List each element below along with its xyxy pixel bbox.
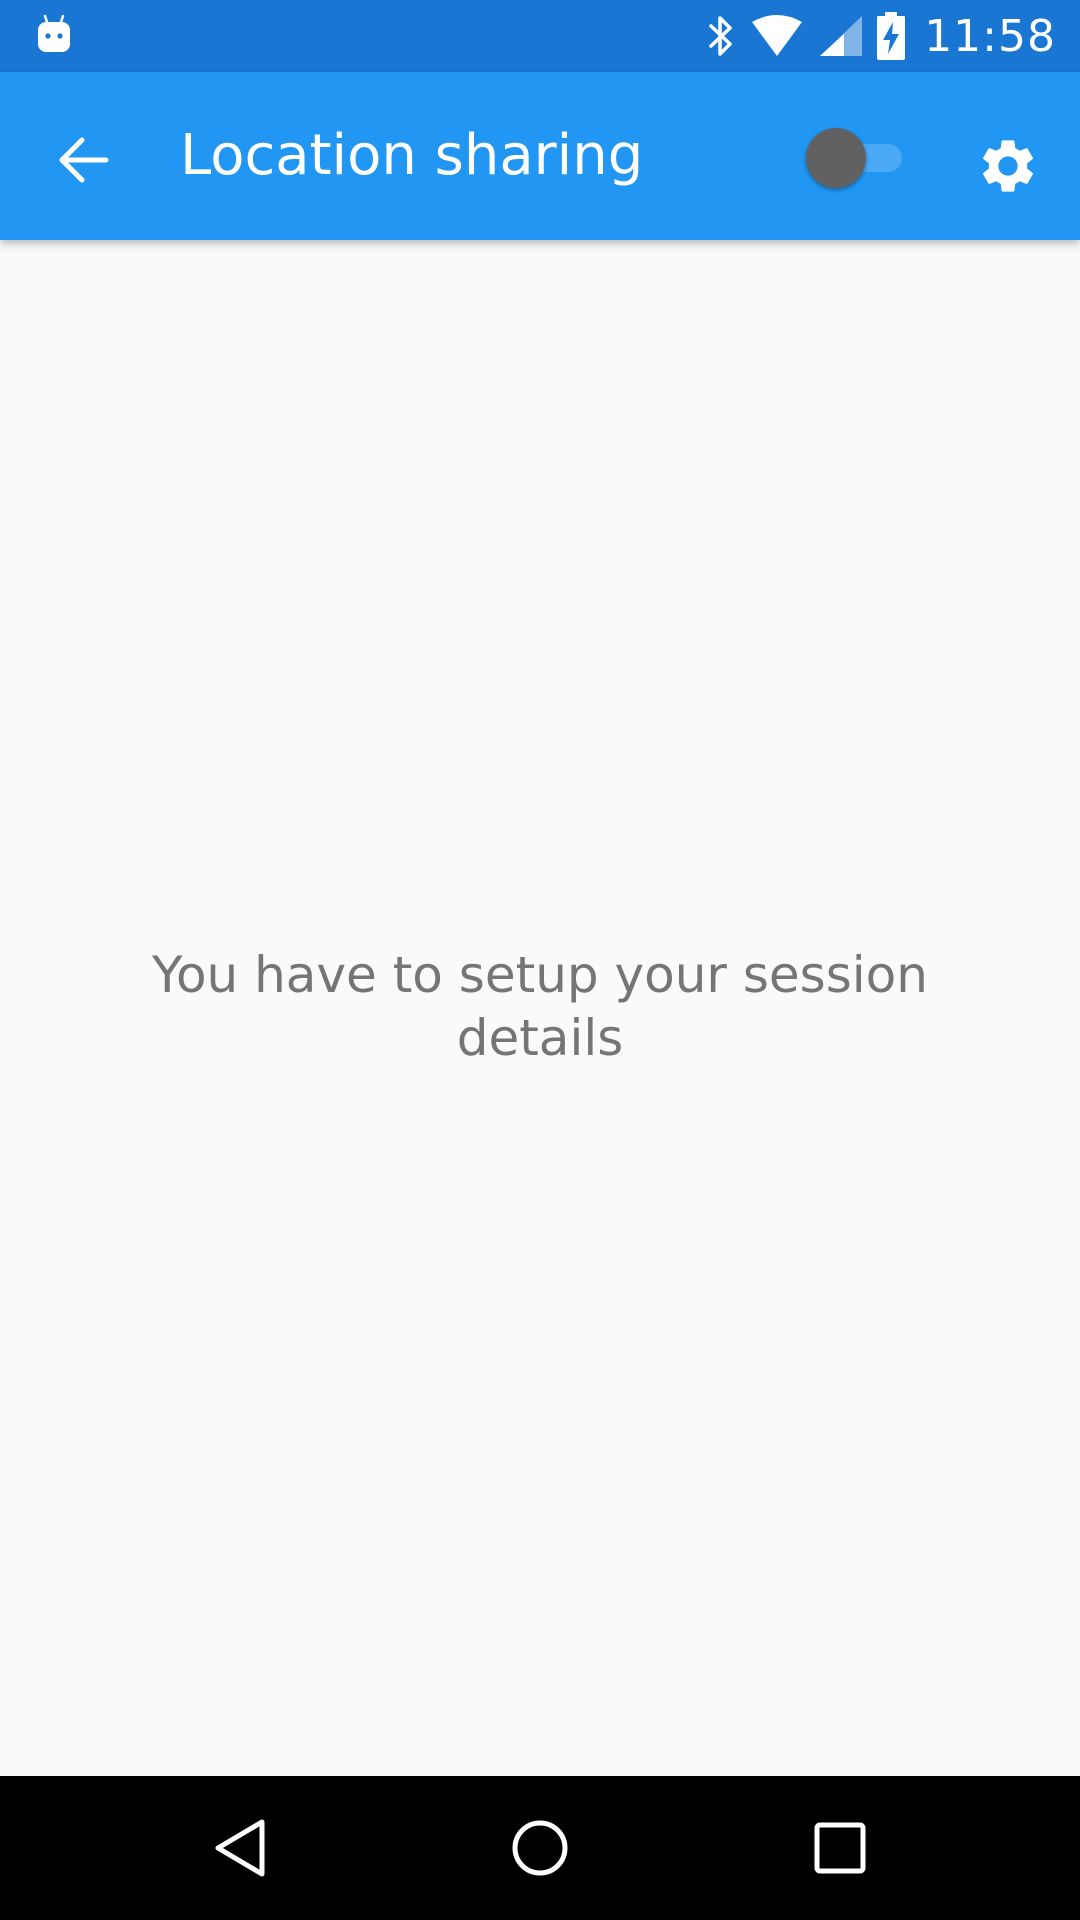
- wifi-icon: [752, 15, 803, 56]
- cell-signal-icon: [820, 16, 863, 56]
- status-bar: 11:58: [0, 0, 1080, 72]
- status-icons: 11:58: [692, 0, 1056, 72]
- recents-square-icon: [814, 1822, 866, 1874]
- nav-recents-button[interactable]: [804, 1812, 876, 1884]
- main-content: You have to setup your session details: [0, 240, 1080, 1776]
- android-notification-icon: [38, 14, 70, 52]
- page-title: Location sharing: [180, 123, 644, 188]
- back-triangle-icon: [215, 1819, 265, 1877]
- location-sharing-toggle[interactable]: [800, 126, 910, 188]
- gear-icon: [983, 140, 1033, 192]
- status-time: 11:58: [924, 10, 1056, 62]
- bluetooth-icon: [709, 16, 732, 56]
- settings-button[interactable]: [964, 122, 1052, 210]
- home-circle-icon: [512, 1820, 568, 1876]
- back-button[interactable]: [40, 116, 128, 204]
- empty-state-message: You have to setup your session details: [152, 946, 928, 1067]
- nav-back-button[interactable]: [204, 1812, 276, 1884]
- toggle-thumb: [806, 128, 866, 188]
- system-navigation-bar: [0, 1776, 1080, 1920]
- nav-home-button[interactable]: [504, 1812, 576, 1884]
- arrow-back-icon: [59, 137, 109, 183]
- battery-charging-icon: [877, 12, 906, 60]
- app-bar: Location sharing: [0, 72, 1080, 240]
